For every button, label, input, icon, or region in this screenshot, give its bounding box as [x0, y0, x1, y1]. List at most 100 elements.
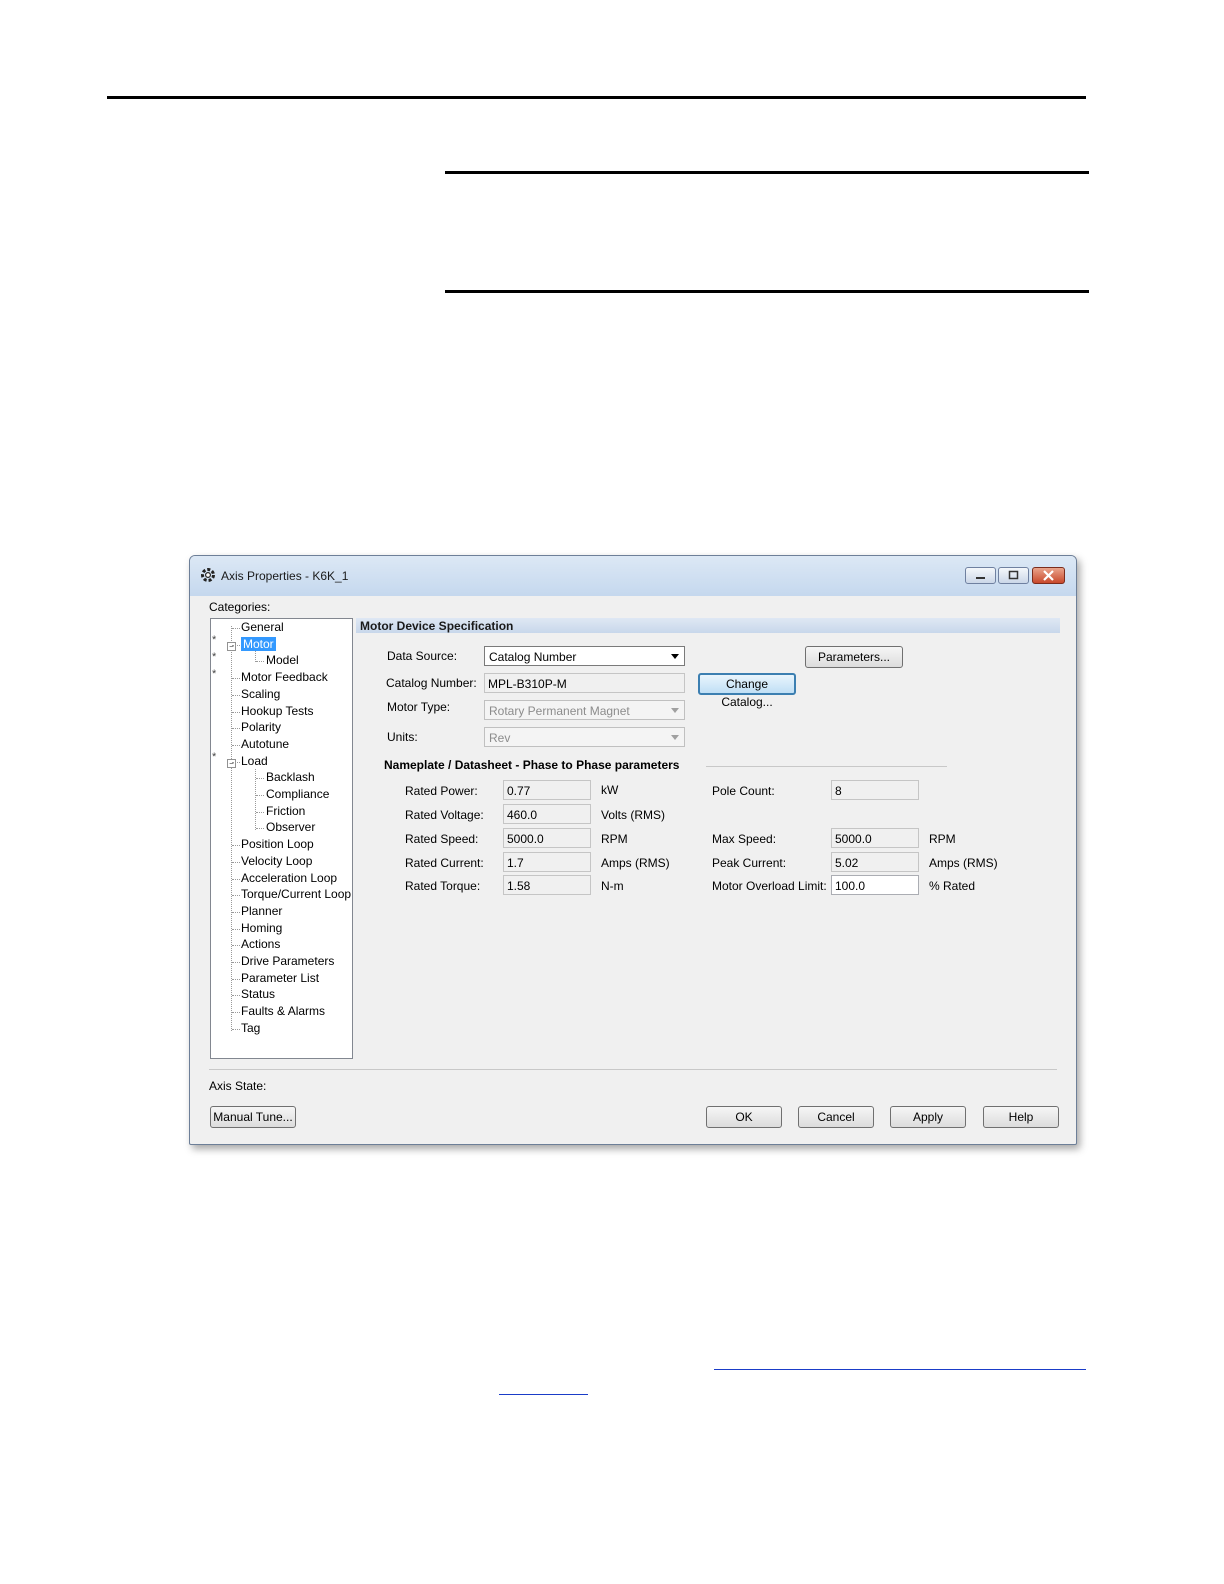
- tree-item-tag[interactable]: Tag: [241, 1021, 260, 1035]
- minimize-icon: [976, 577, 985, 579]
- rated-torque-field: 1.58: [503, 875, 591, 895]
- tree-item-load[interactable]: Load: [241, 754, 268, 768]
- tree-connector: [232, 694, 240, 696]
- note-top-rule: [445, 171, 1089, 174]
- tree-item-scaling[interactable]: Scaling: [241, 687, 280, 701]
- pole-count-label: Pole Count:: [712, 784, 775, 798]
- tree-item-hookup-tests[interactable]: Hookup Tests: [241, 704, 314, 718]
- rated-current-label: Rated Current:: [405, 856, 484, 870]
- help-button[interactable]: Help: [983, 1106, 1059, 1128]
- max-speed-unit: RPM: [929, 832, 956, 846]
- dropdown-arrow-icon: [671, 735, 679, 740]
- tree-item-planner[interactable]: Planner: [241, 904, 282, 918]
- collapse-load-toggle[interactable]: −: [227, 759, 236, 768]
- motor-overload-unit: % Rated: [929, 879, 976, 893]
- tree-item-backlash[interactable]: Backlash: [266, 770, 315, 784]
- tree-item-actions[interactable]: Actions: [241, 937, 280, 951]
- parameters-button[interactable]: Parameters...: [805, 646, 903, 668]
- units-label: Units:: [387, 730, 418, 744]
- ok-button[interactable]: OK: [706, 1106, 782, 1128]
- motor-overload-input[interactable]: 100.0: [831, 875, 919, 895]
- maximize-button[interactable]: [998, 567, 1029, 584]
- rated-speed-label: Rated Speed:: [405, 832, 479, 846]
- tree-connector: [232, 878, 240, 880]
- tree-connector: [232, 678, 240, 680]
- units-select[interactable]: Rev: [484, 727, 685, 747]
- peak-current-unit: Amps (RMS): [929, 856, 998, 870]
- minimize-button[interactable]: [965, 567, 996, 584]
- tree-connector: [232, 962, 240, 963]
- tree-connector: [232, 995, 240, 997]
- close-icon: [1043, 570, 1054, 581]
- tree-item-compliance[interactable]: Compliance: [266, 787, 329, 801]
- tree-item-general[interactable]: General: [241, 620, 284, 634]
- manual-tune-button[interactable]: Manual Tune...: [210, 1106, 296, 1128]
- rated-torque-label: Rated Torque:: [405, 879, 481, 893]
- tree-connector: [232, 911, 240, 913]
- tree-item-parameter-list[interactable]: Parameter List: [241, 971, 319, 985]
- tree-item-faults-alarms[interactable]: Faults & Alarms: [241, 1004, 325, 1018]
- tree-item-drive-parameters[interactable]: Drive Parameters: [241, 954, 334, 968]
- tree-item-autotune[interactable]: Autotune: [241, 737, 289, 751]
- tree-item-motor[interactable]: Motor: [241, 636, 276, 651]
- dropdown-arrow-icon: [671, 654, 679, 659]
- tree-item-torque-current-loop[interactable]: Torque/Current Loop: [241, 887, 351, 901]
- tree-item-friction[interactable]: Friction: [266, 804, 305, 818]
- tree-item-status[interactable]: Status: [241, 987, 275, 1001]
- motor-type-select[interactable]: Rotary Permanent Magnet: [484, 700, 685, 720]
- bottom-separator: [209, 1069, 1057, 1070]
- change-catalog-button[interactable]: Change Catalog...: [698, 673, 796, 709]
- data-source-select[interactable]: Catalog Number: [484, 646, 685, 666]
- rated-voltage-unit: Volts (RMS): [601, 808, 666, 822]
- rated-voltage-field: 460.0: [503, 804, 591, 824]
- tree-connector: [256, 661, 264, 663]
- cancel-button[interactable]: Cancel: [798, 1106, 874, 1128]
- units-value: Rev: [489, 731, 511, 745]
- tree-item-position-loop[interactable]: Position Loop: [241, 837, 314, 851]
- catalog-number-field: MPL-B310P-M: [484, 673, 685, 693]
- tree-connector: [232, 728, 240, 730]
- tree-item-motor-feedback[interactable]: Motor Feedback: [241, 670, 328, 684]
- note-bottom-rule: [445, 290, 1089, 293]
- tree-connector: [256, 828, 264, 830]
- tree-item-acceleration-loop[interactable]: Acceleration Loop: [241, 871, 337, 885]
- rated-power-unit: kW: [601, 783, 619, 797]
- tree-item-polarity[interactable]: Polarity: [241, 720, 281, 734]
- section-header: Motor Device Specification: [356, 618, 1060, 633]
- expand-marker-feedback: *: [212, 668, 217, 680]
- tree-connector: [232, 928, 240, 930]
- tree-connector: [232, 861, 240, 863]
- rated-current-unit: Amps (RMS): [601, 856, 670, 870]
- rated-voltage-label: Rated Voltage:: [405, 808, 484, 822]
- data-source-value: Catalog Number: [489, 650, 577, 664]
- rated-power-field: 0.77: [503, 780, 591, 800]
- title-bar[interactable]: Axis Properties - K6K_1: [190, 556, 1076, 596]
- catalog-number-label: Catalog Number:: [386, 676, 477, 690]
- tree-item-velocity-loop[interactable]: Velocity Loop: [241, 854, 312, 868]
- window-title: Axis Properties - K6K_1: [221, 569, 349, 583]
- motor-type-value: Rotary Permanent Magnet: [489, 704, 630, 718]
- link-underline-2[interactable]: [499, 1394, 588, 1395]
- peak-current-field: 5.02: [831, 852, 919, 872]
- axis-state-label: Axis State:: [209, 1079, 267, 1093]
- tree-item-model[interactable]: Model: [266, 653, 299, 667]
- rated-power-label: Rated Power:: [405, 784, 478, 798]
- tree-connector: [232, 1028, 240, 1030]
- tree-connector: [232, 761, 240, 763]
- page-top-rule: [107, 96, 1086, 99]
- tree-item-homing[interactable]: Homing: [241, 921, 282, 935]
- collapse-motor-toggle[interactable]: −: [227, 642, 236, 651]
- peak-current-label: Peak Current:: [712, 856, 787, 870]
- tree-connector: [232, 945, 240, 947]
- categories-tree[interactable]: * * * * − − General Motor Model Motor Feedb…: [210, 618, 353, 1059]
- tree-connector: [232, 644, 240, 646]
- tree-connector: [256, 811, 264, 813]
- tree-item-observer[interactable]: Observer: [266, 820, 315, 834]
- apply-button[interactable]: Apply: [890, 1106, 966, 1128]
- rated-speed-field: 5000.0: [503, 828, 591, 848]
- link-underline-1[interactable]: [714, 1369, 1086, 1370]
- expand-marker-load: *: [212, 751, 217, 763]
- close-button[interactable]: [1032, 567, 1065, 584]
- dropdown-arrow-icon: [671, 708, 679, 713]
- tree-connector: [232, 711, 240, 713]
